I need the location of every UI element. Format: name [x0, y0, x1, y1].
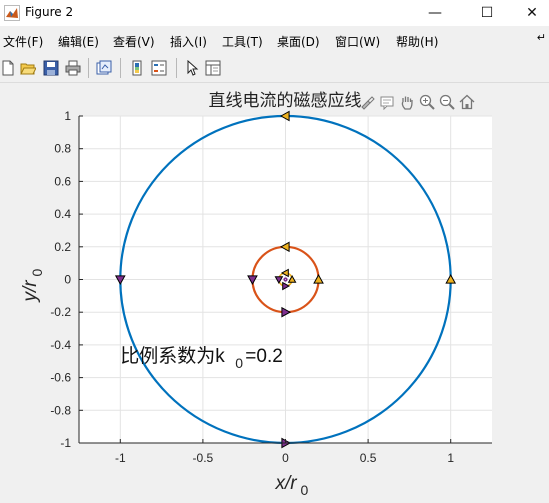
y-axis-label: y/r [20, 280, 41, 304]
y-tick-label: -0.2 [50, 305, 71, 319]
x-tick-label: 1 [447, 451, 454, 465]
y-tick-label: 0.6 [54, 174, 71, 188]
menu-view[interactable]: 查看(V) [113, 33, 155, 50]
window-title: Figure 2 [25, 5, 74, 19]
matlab-app-icon [4, 5, 20, 21]
annotation-value: =0.2 [245, 346, 283, 367]
home-icon[interactable] [458, 93, 476, 111]
data-tips-icon[interactable] [378, 93, 396, 111]
insert-colorbar-icon[interactable] [129, 60, 145, 76]
y-tick-label: 0 [64, 273, 71, 287]
menu-overflow-icon[interactable]: ↵ [537, 31, 546, 44]
new-figure-icon[interactable] [0, 60, 16, 76]
edit-plot-icon[interactable] [184, 60, 200, 76]
figure-toolbar [0, 52, 549, 83]
menu-help[interactable]: 帮助(H) [396, 33, 438, 50]
brush-icon[interactable] [358, 93, 376, 111]
x-tick-label: 0.5 [360, 451, 377, 465]
print-icon[interactable] [65, 60, 81, 76]
y-tick-label: 0.4 [54, 207, 71, 221]
y-tick-label: 0.2 [54, 240, 71, 254]
menu-bar: 文件(F) 编辑(E) 查看(V) 插入(I) 工具(T) 桌面(D) 窗口(W… [0, 28, 549, 50]
toolbar-separator [176, 58, 177, 78]
menu-edit[interactable]: 编辑(E) [58, 33, 99, 50]
y-tick-label: -0.6 [50, 371, 71, 385]
annotation-subscript: 0 [235, 355, 243, 371]
property-inspector-icon[interactable] [205, 60, 221, 76]
y-tick-label: 0.8 [54, 142, 71, 156]
link-plot-icon[interactable] [96, 60, 112, 76]
minimize-button[interactable]: — [412, 0, 458, 26]
menu-insert[interactable]: 插入(I) [170, 33, 207, 50]
menu-window[interactable]: 窗口(W) [335, 33, 380, 50]
open-file-icon[interactable] [20, 60, 36, 76]
menu-file[interactable]: 文件(F) [3, 33, 43, 50]
x-tick-label: -1 [115, 451, 126, 465]
x-axis-label-subscript: 0 [301, 482, 309, 498]
y-axis-label-group: y/r 0 [20, 269, 45, 304]
toolbar-separator [88, 58, 89, 78]
pan-icon[interactable] [398, 93, 416, 111]
annotation-text: 比例系数为k [120, 345, 225, 367]
close-button[interactable]: ✕ [509, 0, 549, 26]
y-tick-label: -0.4 [50, 338, 71, 352]
x-tick-label: -0.5 [193, 451, 214, 465]
zoom-out-icon[interactable] [438, 93, 456, 111]
maximize-button[interactable]: ☐ [464, 0, 510, 26]
x-axis-label: x/r [275, 473, 298, 494]
menu-tools[interactable]: 工具(T) [222, 33, 263, 50]
plot-axes[interactable]: -1 -0.5 0 0.5 1 -1 -0.8 -0.6 -0.4 -0.2 0 0.2 0.4 0.6 0… [0, 83, 549, 503]
y-axis-label-subscript: 0 [29, 269, 45, 277]
toolbar-separator [120, 58, 121, 78]
x-tick-label: 0 [282, 451, 289, 465]
save-icon[interactable] [43, 60, 59, 76]
axes-toolbar [358, 93, 476, 113]
menu-desktop[interactable]: 桌面(D) [277, 33, 320, 50]
zoom-in-icon[interactable] [418, 93, 436, 111]
insert-legend-icon[interactable] [151, 60, 167, 76]
window-title-bar: Figure 2 — ☐ ✕ [0, 0, 549, 26]
y-tick-label: -0.8 [50, 403, 71, 417]
y-tick-label: -1 [60, 436, 71, 450]
y-tick-label: 1 [64, 109, 71, 123]
